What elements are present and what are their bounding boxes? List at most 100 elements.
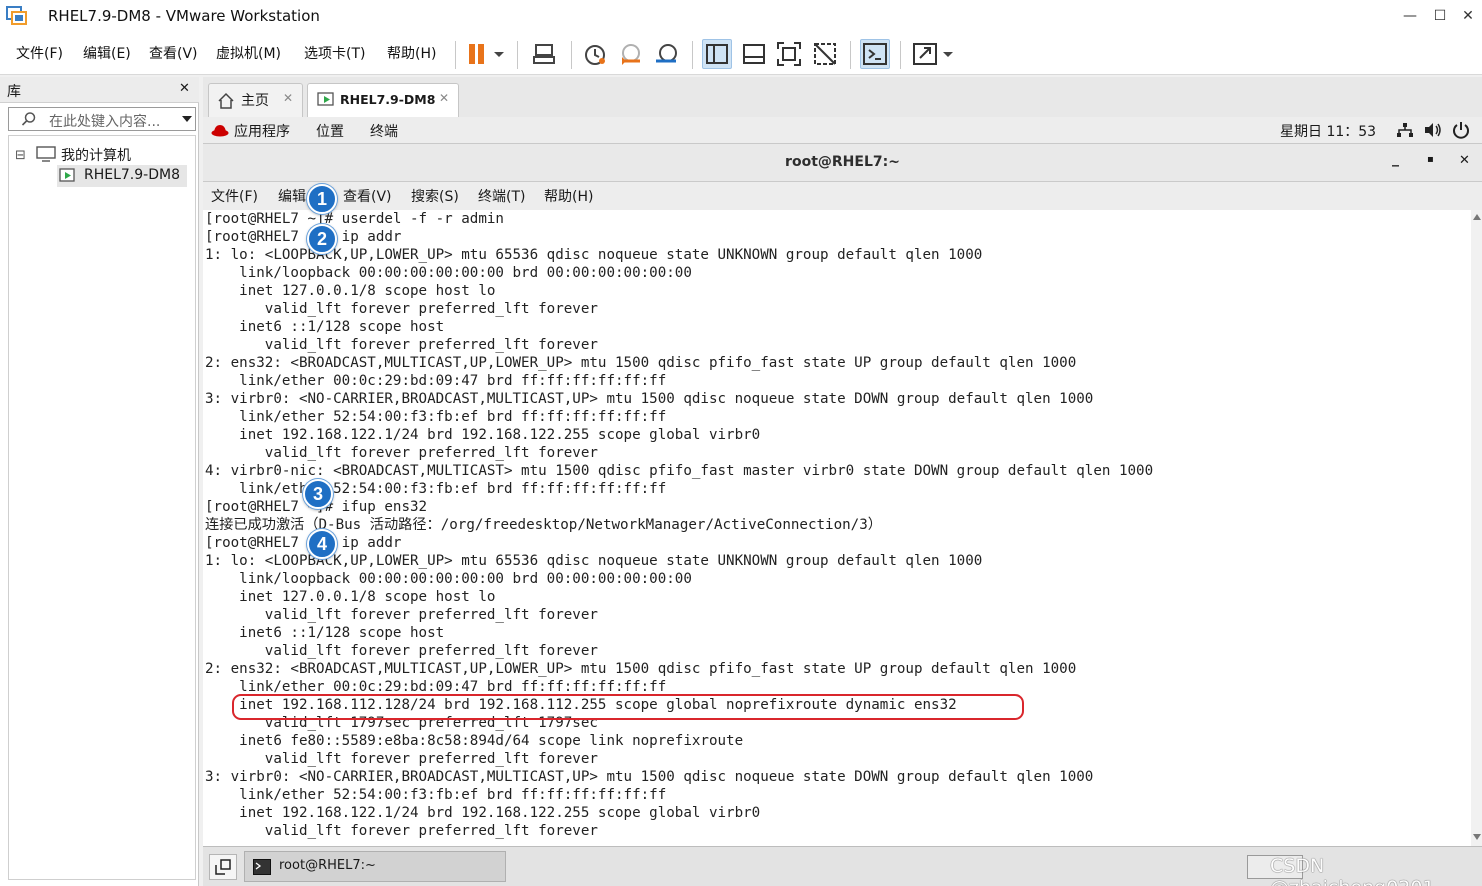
gnome-applications-menu[interactable]: 应用程序	[234, 121, 290, 141]
terminal-line: inet6 fe80::5589:e8ba:8c58:894d/64 scope…	[205, 733, 744, 749]
vm-icon	[59, 168, 75, 182]
minimize-button[interactable]: —	[1397, 4, 1423, 28]
step-badge-4: 4	[307, 529, 337, 559]
library-search-input[interactable]: 在此处键入内容...	[8, 107, 196, 131]
pause-dropdown-icon[interactable]	[489, 39, 509, 69]
terminal-line: link/ether 52:54:00:f3:fb:ef brd ff:ff:f…	[205, 787, 667, 803]
toolbar-separator	[850, 41, 851, 69]
unity-icon[interactable]	[810, 39, 840, 69]
terminal-line: 连接已成功激活（D-Bus 活动路径：/org/freedesktop/Netw…	[205, 517, 882, 533]
terminal-menu-help[interactable]: 帮助(H)	[544, 186, 593, 206]
stretch-icon[interactable]	[910, 39, 940, 69]
terminal-menu-terminal[interactable]: 终端(T)	[478, 186, 525, 206]
search-dropdown-icon[interactable]	[181, 114, 193, 124]
step-badge-3: 3	[303, 479, 333, 509]
thumbnail-bar-icon[interactable]	[739, 39, 769, 69]
library-header: 库 ✕	[0, 77, 199, 103]
terminal-line: [root@RHEL7 ~]# ip addr	[205, 229, 402, 245]
terminal-title: root@RHEL7:~	[785, 154, 900, 170]
terminal-menu-view[interactable]: 查看(V)	[343, 186, 392, 206]
terminal-scrollbar[interactable]	[1471, 210, 1482, 846]
console-view-button[interactable]	[860, 39, 890, 69]
terminal-line: inet 192.168.122.1/24 brd 192.168.122.25…	[205, 805, 761, 821]
terminal-line: valid_lft forever preferred_lft forever	[205, 445, 598, 461]
tab-vm-close[interactable]: ✕	[439, 91, 449, 105]
terminal-line: link/loopback 00:00:00:00:00:00 brd 00:0…	[205, 265, 692, 281]
snapshot-icon[interactable]	[580, 39, 610, 69]
library-tree: ⊟ 我的计算机 RHEL7.9-DM8	[8, 135, 196, 880]
tab-home-label: 主页	[241, 93, 269, 109]
tab-vm[interactable]: RHEL7.9-DM8 ✕	[307, 83, 459, 117]
vmware-logo-icon	[6, 6, 27, 25]
terminal-titlebar: root@RHEL7:~ _ ▪ ✕	[203, 144, 1482, 182]
revert-snapshot-icon[interactable]	[616, 39, 646, 69]
network-icon[interactable]	[1396, 122, 1414, 138]
terminal-line: inet 127.0.0.1/8 scope host lo	[205, 283, 496, 299]
stretch-dropdown-icon[interactable]	[938, 39, 958, 69]
terminal-line: 2: ens32: <BROADCAST,MULTICAST,UP,LOWER_…	[205, 355, 1077, 371]
full-screen-icon[interactable]	[774, 39, 804, 69]
terminal-line: 2: ens32: <BROADCAST,MULTICAST,UP,LOWER_…	[205, 661, 1077, 677]
toolbar-separator	[692, 41, 693, 69]
taskbar-item-label: root@RHEL7:~	[279, 858, 376, 873]
search-placeholder: 在此处键入内容...	[49, 114, 161, 130]
terminal-line: valid_lft forever preferred_lft forever	[205, 751, 598, 767]
gnome-places-menu[interactable]: 位置	[316, 121, 344, 141]
terminal-line: link/ether 52:54:00:f3:fb:ef brd ff:ff:f…	[205, 409, 667, 425]
gnome-terminal-menu[interactable]: 终端	[370, 121, 398, 141]
terminal-menu-file[interactable]: 文件(F)	[211, 186, 258, 206]
menu-view[interactable]: 查看(V)	[149, 43, 198, 63]
snapshot-manager-icon[interactable]	[652, 39, 682, 69]
terminal-minimize-button[interactable]: _	[1392, 151, 1399, 167]
toolbar-separator	[900, 41, 901, 69]
terminal-line: valid_lft forever preferred_lft forever	[205, 643, 598, 659]
terminal-line: 1: lo: <LOOPBACK,UP,LOWER_UP> mtu 65536 …	[205, 553, 983, 569]
tree-item-selected[interactable]: RHEL7.9-DM8	[57, 165, 187, 187]
terminal-line: valid_lft forever preferred_lft forever	[205, 301, 598, 317]
window-restore-icon	[215, 859, 231, 875]
menubar: 文件(F) 编辑(E) 查看(V) 虚拟机(M) 选项卡(T) 帮助(H)	[0, 33, 1482, 75]
terminal-line: link/ether 00:0c:29:bd:09:47 brd ff:ff:f…	[205, 373, 667, 389]
terminal-line: valid_lft forever preferred_lft forever	[205, 607, 598, 623]
toolbar-separator	[455, 41, 456, 69]
power-icon[interactable]	[1452, 121, 1470, 139]
tab-home[interactable]: 主页 ✕	[208, 83, 303, 117]
tree-root-my-computer[interactable]: 我的计算机	[61, 145, 131, 165]
gnome-clock[interactable]: 星期日 11：53	[1280, 121, 1376, 141]
terminal-line: valid_lft forever preferred_lft forever	[205, 823, 598, 839]
terminal-menu-search[interactable]: 搜索(S)	[411, 186, 459, 206]
show-desktop-button[interactable]	[209, 854, 237, 880]
terminal-close-button[interactable]: ✕	[1459, 153, 1470, 168]
toolbar-separator	[517, 41, 518, 69]
menu-help[interactable]: 帮助(H)	[387, 43, 436, 63]
tab-home-close[interactable]: ✕	[283, 91, 293, 105]
taskbar-item-terminal[interactable]: root@RHEL7:~	[244, 851, 506, 882]
step-badge-2: 2	[307, 224, 337, 254]
scroll-down-arrow-icon[interactable]	[1473, 834, 1481, 840]
terminal-line: inet6 ::1/128 scope host	[205, 625, 445, 641]
volume-icon[interactable]	[1423, 122, 1443, 138]
terminal-output[interactable]: [root@RHEL7 ~]# userdel -f -r admin [root…	[203, 210, 1471, 846]
library-close-button[interactable]: ✕	[179, 81, 190, 96]
terminal-line: [root@RHEL7 ~]# userdel -f -r admin	[205, 211, 504, 227]
terminal-line: inet 192.168.122.1/24 brd 192.168.122.25…	[205, 427, 761, 443]
window-titlebar: RHEL7.9-DM8 - VMware Workstation — ☐ ✕	[0, 0, 1482, 33]
terminal-icon	[253, 859, 271, 875]
tree-expander-icon[interactable]: ⊟	[15, 148, 26, 163]
close-button[interactable]: ✕	[1455, 4, 1481, 28]
terminal-line: link/ether 52:54:00:f3:fb:ef brd ff:ff:f…	[205, 481, 667, 497]
menu-file[interactable]: 文件(F)	[16, 43, 63, 63]
terminal-line: [root@RHEL7 ~]# ip addr	[205, 535, 402, 551]
tab-strip: 主页 ✕ RHEL7.9-DM8 ✕	[203, 77, 1482, 117]
send-keys-icon[interactable]	[530, 39, 560, 69]
terminal-maximize-button[interactable]: ▪	[1427, 154, 1434, 165]
maximize-button[interactable]: ☐	[1427, 4, 1453, 28]
menu-vm[interactable]: 虚拟机(M)	[216, 43, 281, 63]
menu-edit[interactable]: 编辑(E)	[83, 43, 131, 63]
terminal-menubar: 文件(F) 编辑(E) 查看(V) 搜索(S) 终端(T) 帮助(H)	[203, 182, 1482, 210]
menu-tabs[interactable]: 选项卡(T)	[304, 43, 365, 63]
home-icon	[218, 92, 234, 109]
show-library-button[interactable]	[702, 39, 732, 69]
scroll-up-arrow-icon[interactable]	[1473, 214, 1481, 220]
terminal-line: 4: virbr0-nic: <BROADCAST,MULTICAST> mtu…	[205, 463, 1154, 479]
